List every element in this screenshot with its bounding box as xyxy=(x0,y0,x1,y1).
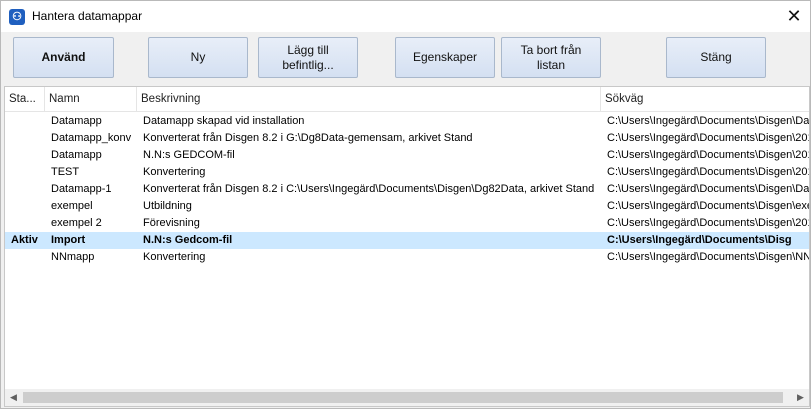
row-path: C:\Users\Ingegärd\Documents\Disgen\NNr xyxy=(607,251,809,263)
properties-button[interactable]: Egenskaper xyxy=(395,37,495,78)
list-header: Sta... Namn Beskrivning Sökväg xyxy=(5,87,809,112)
table-row[interactable]: TEST Konvertering C:\Users\Ingegärd\Docume… xyxy=(5,164,809,181)
horizontal-scrollbar[interactable]: ◀ ▶ xyxy=(5,389,809,406)
row-status xyxy=(7,249,45,266)
column-header-path[interactable]: Sökväg xyxy=(601,87,809,112)
table-row[interactable]: Datamapp N.N:s GEDCOM-fil C:\Users\Ingegär… xyxy=(5,147,809,164)
new-button[interactable]: Ny xyxy=(148,37,248,78)
row-description: Konverterat från Disgen 8.2 i G:\Dg8Data… xyxy=(143,132,473,144)
column-header-status[interactable]: Sta... xyxy=(5,87,45,112)
remove-from-list-button[interactable]: Ta bort från listan xyxy=(501,37,601,78)
row-name: exempel xyxy=(51,200,93,212)
row-name: Datamapp_konv xyxy=(51,132,132,144)
row-path: C:\Users\Ingegärd\Documents\Disgen\Dat xyxy=(607,115,809,127)
title-bar: ⚇ Hantera datamappar ✕ xyxy=(1,1,810,32)
row-name: TEST xyxy=(51,166,80,178)
row-path: C:\Users\Ingegärd\Documents\Disgen\201 xyxy=(607,217,809,229)
scroll-right-icon[interactable]: ▶ xyxy=(792,389,809,406)
table-row[interactable]: Datamapp_konv Konverterat från Disgen 8.2… xyxy=(5,130,809,147)
row-description: Förevisning xyxy=(143,217,200,229)
row-description: Datamapp skapad vid installation xyxy=(143,115,305,127)
row-name: Datamapp xyxy=(51,149,102,161)
close-icon[interactable]: ✕ xyxy=(778,1,810,32)
row-status xyxy=(7,147,45,164)
toolbar: Använd Ny Lägg till befintlig... Egenska… xyxy=(1,32,810,84)
list-rows: Datamapp Datamapp skapad vid installation… xyxy=(5,113,809,266)
row-status xyxy=(7,130,45,147)
row-status xyxy=(7,181,45,198)
row-description: N.N:s Gedcom-fil xyxy=(143,234,233,246)
column-header-name[interactable]: Namn xyxy=(45,87,137,112)
data-folder-list[interactable]: Sta... Namn Beskrivning Sökväg Datamapp D… xyxy=(4,86,810,407)
scroll-left-icon[interactable]: ◀ xyxy=(5,389,22,406)
row-path: C:\Users\Ingegärd\Documents\Disgen\201 xyxy=(607,132,809,144)
row-path: C:\Users\Ingegärd\Documents\Disgen\exe xyxy=(607,200,809,212)
row-path: C:\Users\Ingegärd\Documents\Disg xyxy=(607,234,792,246)
scrollbar-thumb[interactable] xyxy=(23,392,783,403)
use-button[interactable]: Använd xyxy=(13,37,114,78)
close-button[interactable]: Stäng xyxy=(666,37,766,78)
table-row[interactable]: Datamapp Datamapp skapad vid installation… xyxy=(5,113,809,130)
row-status xyxy=(7,198,45,215)
row-description: Konvertering xyxy=(143,166,206,178)
row-status: Aktiv xyxy=(11,234,38,246)
row-status xyxy=(7,113,45,130)
row-name: NNmapp xyxy=(51,251,95,263)
table-row[interactable]: Datamapp-1 Konverterat från Disgen 8.2 i … xyxy=(5,181,809,198)
row-path: C:\Users\Ingegärd\Documents\Disgen\Dat xyxy=(607,183,809,195)
row-description: Utbildning xyxy=(143,200,192,212)
row-path: C:\Users\Ingegärd\Documents\Disgen\201 xyxy=(607,149,809,161)
manage-data-folders-window: ⚇ Hantera datamappar ✕ Använd Ny Lägg ti… xyxy=(0,0,811,409)
row-path: C:\Users\Ingegärd\Documents\Disgen\201 xyxy=(607,166,809,178)
row-name: Datamapp xyxy=(51,115,102,127)
add-existing-button[interactable]: Lägg till befintlig... xyxy=(258,37,358,78)
table-row[interactable]: Aktiv Import N.N:s Gedcom-fil C:\Users\Inge… xyxy=(5,232,809,249)
row-name: Datamapp-1 xyxy=(51,183,112,195)
row-description: Konverterat från Disgen 8.2 i C:\Users\I… xyxy=(143,183,595,195)
table-row[interactable]: exempel Utbildning C:\Users\Ingegärd\Docum… xyxy=(5,198,809,215)
column-header-description[interactable]: Beskrivning xyxy=(137,87,601,112)
row-status xyxy=(7,164,45,181)
row-description: N.N:s GEDCOM-fil xyxy=(143,149,235,161)
table-row[interactable]: exempel 2 Förevisning C:\Users\Ingegärd\Do… xyxy=(5,215,809,232)
window-title: Hantera datamappar xyxy=(32,9,143,23)
row-name: exempel 2 xyxy=(51,217,102,229)
row-description: Konvertering xyxy=(143,251,206,263)
row-name: Import xyxy=(51,234,86,246)
table-row[interactable]: NNmapp Konvertering C:\Users\Ingegärd\Docu… xyxy=(5,249,809,266)
app-icon: ⚇ xyxy=(9,9,25,25)
row-status xyxy=(7,215,45,232)
